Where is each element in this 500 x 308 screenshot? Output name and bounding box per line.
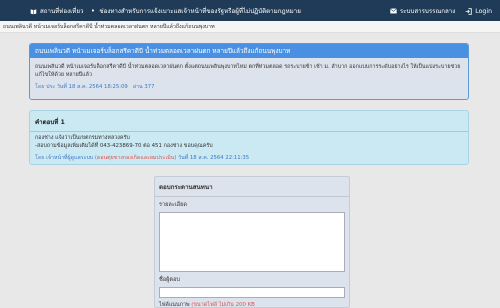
detail-label: รายละเอียด (159, 202, 188, 208)
dot-icon: • (90, 6, 95, 15)
form-title: ตอบกระดานสนทนา (159, 184, 213, 191)
nav-item-label: ช่องทางสำหรับการแจ้งเบาะแสเจ้าหน้าที่ของ… (99, 8, 301, 15)
book-icon (30, 8, 37, 15)
login-label: Login (475, 7, 492, 15)
topic-author[interactable]: ประ (46, 84, 55, 90)
topic-meta: โดย ประ วันที่ 18 ส.ค. 2564 18:25:09 อ่า… (35, 84, 463, 92)
answer-ip: (ดอนตุ่ยขางกองเกิดและยมประเมิน) (94, 155, 177, 161)
answer-date: วันที่ 18 ส.ค. 2564 22:11:35 (178, 155, 250, 161)
envelope-icon (390, 7, 397, 15)
topic-date: วันที่ 18 ส.ค. 2564 18:25:09 (56, 84, 128, 90)
breadcrumb: ถนนเพลินวดี หน้าเมเจอร์บล็อกสรีคาดีบี น้… (0, 21, 500, 33)
topic-body-text: ถนนเพลินวดี หน้าเมเจอร์บล็อกสรีคาดีบี น้… (35, 64, 461, 78)
reply-form: ตอบกระดานสนทนา รายละเอียด ชื่อผู้ตอบ ไฟล… (154, 176, 350, 308)
nav-item-tourism[interactable]: สถานที่ท่องเที่ยว (30, 6, 83, 16)
topic-title: ถนนเพลินวดี หน้าเมเจอร์บล็อกสรีคาดีบี น้… (30, 44, 468, 58)
file-label-row: ไฟล์แนบภาพ (ขนาดไฟล์ ไม่เกิน 200 KB (155, 301, 349, 308)
file-label: ไฟล์แนบภาพ (159, 302, 190, 308)
detail-textarea[interactable] (159, 212, 345, 272)
login-icon (465, 7, 473, 15)
nav-item-label: ระบบสารบรรณกลาง (399, 8, 456, 15)
nav-item-label: สถานที่ท่องเที่ยว (40, 8, 84, 15)
top-navbar: สถานที่ท่องเที่ยว • ช่องทางสำหรับการแจ้ง… (0, 0, 500, 21)
answer-author: เจ้าหน้าที่ผู้ดูแลระบบ (46, 155, 94, 161)
answer-line: -สอบถามข้อมูลเพิ่มเติมได้ที่ 043-423869-… (35, 142, 213, 149)
topic-read-count: อ่าน 377 (132, 84, 155, 90)
answer-title: คำตอบที่ 1 (35, 119, 65, 126)
answer-meta: โดย เจ้าหน้าที่ผู้ดูแลระบบ (ดอนตุ่ยขางกอ… (30, 150, 468, 162)
nav-item-central-mail[interactable]: ระบบสารบรรณกลาง (390, 6, 455, 16)
login-link[interactable]: Login (465, 6, 492, 16)
answer-line: กองช่าง แจ้งว่าเป็นเขตกรมทางหลวงครับ (35, 135, 130, 141)
topic-card: ถนนเพลินวดี หน้าเมเจอร์บล็อกสรีคาดีบี น้… (29, 43, 469, 100)
file-size-note: (ขนาดไฟล์ ไม่เกิน 200 KB (191, 302, 255, 308)
name-label: ชื่อผู้ตอบ (159, 277, 180, 283)
meta-by: โดย (35, 84, 45, 90)
answer-card: คำตอบที่ 1 กองช่าง แจ้งว่าเป็นเขตกรมทางห… (29, 110, 469, 165)
meta-by: โดย (35, 155, 45, 161)
nav-item-report-channel[interactable]: • ช่องทางสำหรับการแจ้งเบาะแสเจ้าหน้าที่ข… (89, 6, 301, 16)
name-input[interactable] (159, 287, 345, 298)
form-divider (155, 196, 349, 197)
